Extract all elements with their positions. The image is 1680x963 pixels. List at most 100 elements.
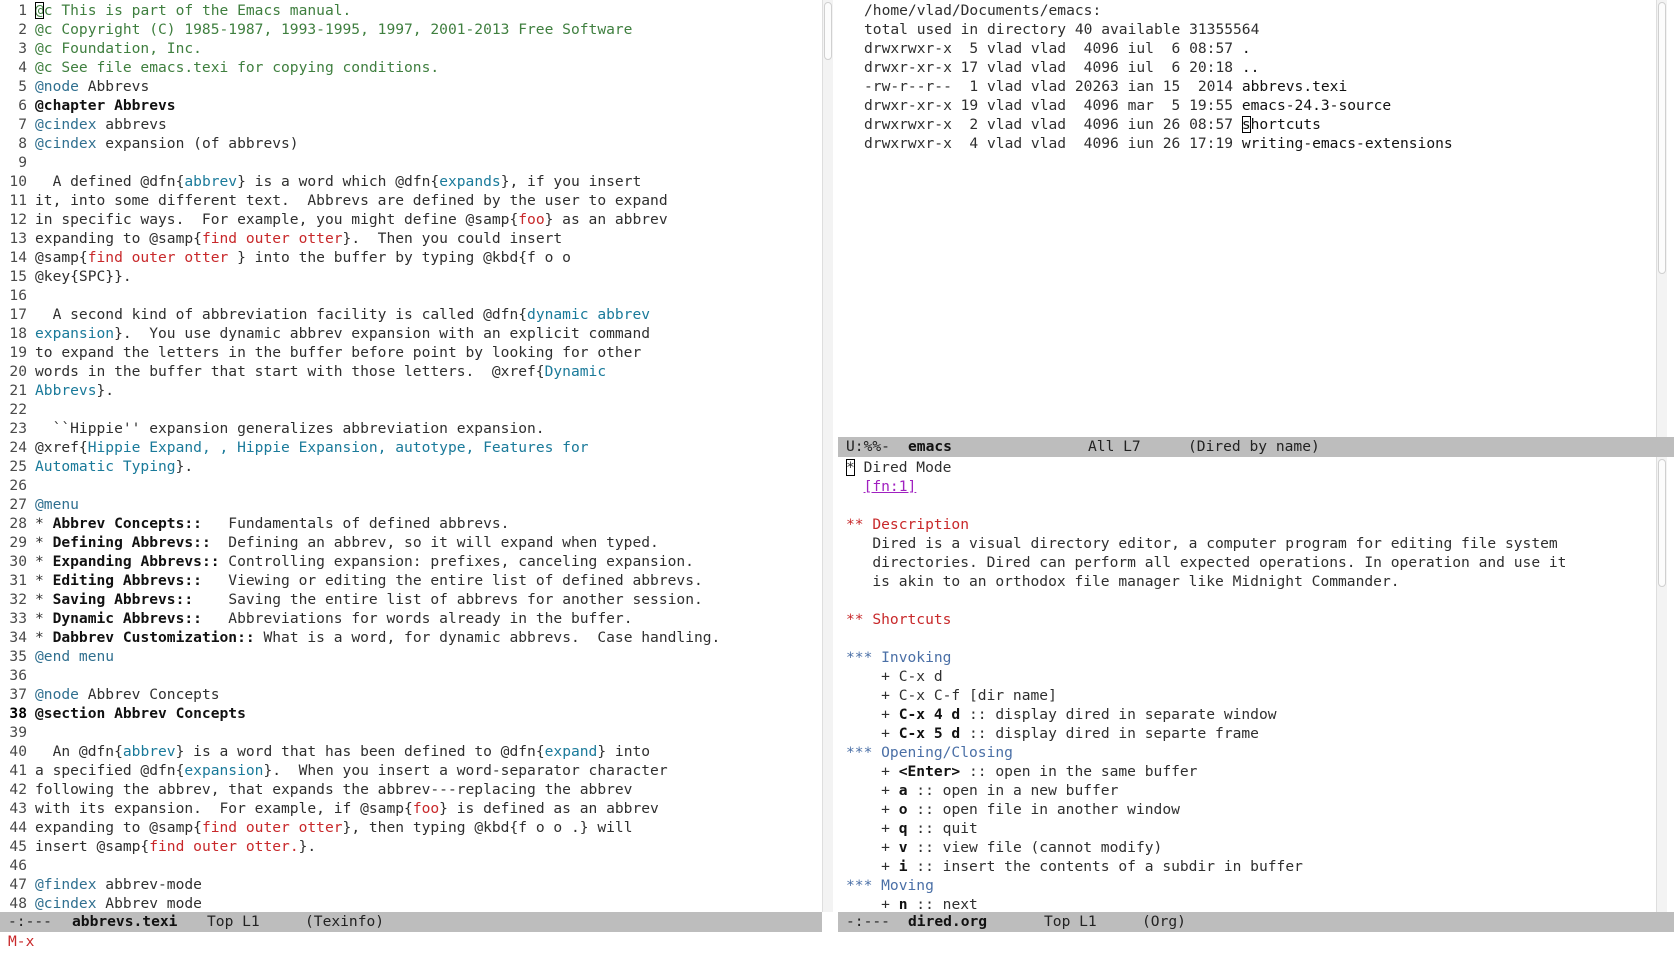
text-segment: expansion (of abbrevs) [96,135,299,152]
text-segment: :: insert the contents of a subdir in bu… [907,858,1303,875]
dired-scrollbar-thumb[interactable] [1658,2,1666,274]
texinfo-modeline[interactable]: -:--- abbrevs.texi Top L1 (Texinfo) [0,912,822,932]
text-segment: Editing Abbrevs:: [52,572,202,589]
text-segment: }. You use dynamic abbrev expansion with… [114,325,651,342]
echo-area-prompt[interactable]: M-x [8,932,34,952]
text-segment: abbrevs [96,116,167,133]
text-segment: *** Invoking [846,649,952,666]
left-scrollbar[interactable] [822,0,833,912]
dired-entry-meta: drwxrwxr-x 5 vlad vlad 4096 iul 6 08:57 [864,40,1242,57]
org-scrollbar[interactable] [1656,457,1667,912]
org-buffer-window[interactable]: * Dired Mode [fn:1] ** Description Dired … [838,457,1656,912]
dired-entry-name[interactable]: writing-emacs-extensions [1242,135,1453,152]
line-number: 26 [9,477,27,494]
dired-entry-name[interactable]: shortcuts [1241,116,1321,133]
text-segment: @c Foundation, Inc. [35,40,202,57]
text-segment: :: quit [907,820,978,837]
text-segment: find outer otter [201,230,343,247]
text-segment: insert @samp{ [35,838,150,855]
modeline-buffer-name[interactable]: emacs [908,437,952,457]
texinfo-buffer-window[interactable]: 1 @c This is part of the Emacs manual. 2 @c… [0,0,820,912]
modeline-buffer-name[interactable]: dired.org [908,912,987,932]
text-segment: q [898,820,908,837]
dired-entry-meta: drwxrwxr-x 4 vlad vlad 4096 iun 26 17:19 [864,135,1242,152]
line-text: * Expanding Abbrevs:: Controlling expans… [35,552,694,571]
dired-entry-name[interactable]: .. [1242,59,1260,76]
modeline-state: -:--- [8,913,52,930]
line-text: @c Copyright (C) 1985-1987, 1993-1995, 1… [35,20,632,39]
line-number: 16 [9,287,27,304]
line-number: 20 [9,363,27,380]
line-number: 19 [9,344,27,361]
text-segment: it, into some different text. Abbrevs ar… [35,192,668,209]
text-segment: } into the buffer by typing @kbd{f o o [237,249,571,266]
line-text: + C-x C-f [dir name] [846,686,1057,705]
line-text: directories. Dired can perform all expec… [846,553,1566,572]
text-segment: }. [175,458,194,475]
line-text: in specific ways. For example, you might… [35,210,668,229]
line-number: 15 [9,268,27,285]
text-segment: to expand the letters in the buffer befo… [35,344,642,361]
left-scrollbar-thumb[interactable] [824,2,832,60]
line-text: it, into some different text. Abbrevs ar… [35,191,668,210]
text-segment: }, if you insert [500,173,642,190]
text-segment: @end menu [35,648,115,665]
text-segment: find outer otter. [149,838,299,855]
line-text: [fn:1] [846,477,917,496]
text-segment: @cindex [35,116,97,133]
text-segment: @cindex [35,895,97,912]
text-segment: find outer otter [87,249,238,266]
line-number: 39 [9,724,27,741]
modeline-state: U:%%- [846,438,890,455]
text-segment: } is a word which @dfn{ [237,173,440,190]
text-segment [846,478,864,495]
text-segment: Dynamic [544,363,607,380]
text-segment: ``Hippie'' expansion generalizes abbrevi… [35,420,545,437]
text-segment: Automatic Typing [35,458,176,475]
modeline-major-mode[interactable]: (Texinfo) [305,912,384,932]
text-segment: c This is part of the Emacs manual. [43,2,352,19]
text-segment: @menu [35,496,79,513]
modeline-major-mode[interactable]: (Org) [1142,912,1186,932]
line-text: Automatic Typing}. [35,457,193,476]
line-number: 21 [9,382,27,399]
point-cursor: @ [35,2,44,19]
dired-scrollbar[interactable] [1656,0,1667,437]
line-text: + n :: next [846,895,978,912]
text-segment: n [898,896,908,912]
dired-modeline[interactable]: U:%%- emacs All L7 (Dired by name) [838,437,1674,457]
dired-buffer-window[interactable]: /home/vlad/Documents/emacs: total used in… [838,0,1656,437]
text-segment: @findex [35,876,97,893]
text-segment: *** Opening/Closing [846,744,1013,761]
dired-entry-name[interactable]: abbrevs.texi [1242,78,1347,95]
line-number: 4 [18,59,27,76]
text-segment: @c Copyright (C) 1985-1987, 1993-1995, 1… [35,21,633,38]
line-number: 9 [18,154,27,171]
text-segment: }, then typing @kbd{f o o .} will [342,819,633,836]
modeline-major-mode[interactable]: (Dired by name) [1188,437,1320,457]
line-number: 31 [9,572,27,589]
org-scrollbar-thumb[interactable] [1658,459,1666,587]
text-segment: }. Then you could insert [342,230,563,247]
text-segment: :: display dired in separte frame [960,725,1259,742]
text-segment: directories. Dired can perform all expec… [846,554,1567,571]
dired-entry-name[interactable]: emacs-24.3-source [1242,97,1391,114]
line-text: to expand the letters in the buffer befo… [35,343,641,362]
dired-entry-name[interactable]: . [1242,40,1251,57]
dired-entry-meta: drwxr-xr-x 17 vlad vlad 4096 iul 6 20:18 [864,59,1242,76]
text-segment: * [35,534,53,551]
line-text: expansion}. You use dynamic abbrev expan… [35,324,650,343]
text-segment: } is a word that has been defined to @df… [175,743,545,760]
modeline-buffer-name[interactable]: abbrevs.texi [72,912,177,932]
text-segment: * [35,553,53,570]
line-number: 41 [9,762,27,779]
line-number: 27 [9,496,27,513]
line-text: *** Moving [846,876,934,895]
dired-entry-meta: drwxrwxr-x 2 vlad vlad 4096 iun 26 08:57 [864,116,1242,133]
text-segment: } is defined as an abbrev [439,800,659,817]
org-modeline[interactable]: -:--- dired.org Top L1 (Org) [838,912,1674,932]
line-text: expanding to @samp{find outer otter}, th… [35,818,632,837]
text-segment: dynamic abbrev [527,306,651,323]
text-segment: Defining Abbrevs:: [52,534,211,551]
text-segment: expand [544,743,598,760]
